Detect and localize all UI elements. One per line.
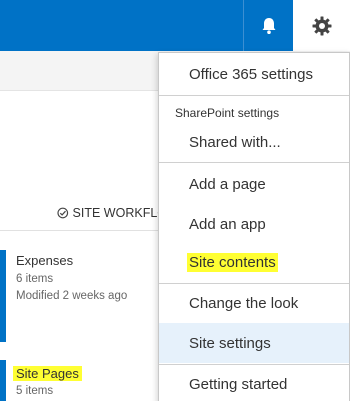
- site-settings-item[interactable]: Site settings: [159, 323, 349, 363]
- getting-started-item[interactable]: Getting started: [159, 366, 349, 401]
- add-page-item[interactable]: Add a page: [159, 165, 349, 203]
- menu-item-label: Shared with...: [189, 133, 281, 151]
- library-tile-bar: [0, 250, 6, 342]
- library-title[interactable]: Site Pages: [13, 366, 82, 381]
- library-title[interactable]: Expenses: [16, 253, 73, 268]
- settings-menu: Office 365 settings SharePoint settings …: [158, 52, 350, 401]
- office365-settings-item[interactable]: Office 365 settings: [159, 57, 349, 91]
- suite-bar: [0, 0, 350, 51]
- change-look-item[interactable]: Change the look: [159, 285, 349, 321]
- library-item-count: 6 items: [16, 273, 54, 285]
- bell-icon: [262, 17, 275, 34]
- library-tile-bar: [0, 360, 6, 401]
- library-modified: Modified 2 weeks ago: [16, 290, 128, 302]
- shared-with-item[interactable]: Shared with...: [159, 125, 349, 159]
- menu-item-label: Office 365 settings: [189, 65, 313, 83]
- menu-item-label: Getting started: [189, 375, 288, 393]
- menu-item-label: Site contents: [187, 252, 278, 272]
- settings-button[interactable]: [293, 0, 350, 51]
- gear-icon: [312, 16, 331, 35]
- menu-separator: [159, 364, 349, 365]
- menu-item-label: Add an app: [189, 215, 266, 233]
- site-contents-item[interactable]: Site contents: [159, 244, 349, 280]
- site-workflow-tab[interactable]: SITE WORKFLO: [57, 206, 167, 220]
- menu-item-label: Add a page: [189, 175, 266, 193]
- library-title-highlight: Site Pages: [13, 366, 82, 381]
- sharepoint-settings-header: SharePoint settings: [175, 106, 280, 120]
- menu-item-label: Site settings: [189, 334, 271, 352]
- menu-separator: [159, 162, 349, 163]
- menu-separator: [159, 95, 349, 96]
- add-app-item[interactable]: Add an app: [159, 205, 349, 243]
- workflow-check-icon: [57, 207, 69, 219]
- menu-item-label: Change the look: [189, 294, 299, 312]
- divider: [0, 230, 160, 231]
- menu-separator: [159, 283, 349, 284]
- notifications-button[interactable]: [243, 0, 293, 51]
- library-item-count: 5 items: [16, 385, 54, 397]
- site-workflow-label: SITE WORKFLO: [72, 206, 167, 220]
